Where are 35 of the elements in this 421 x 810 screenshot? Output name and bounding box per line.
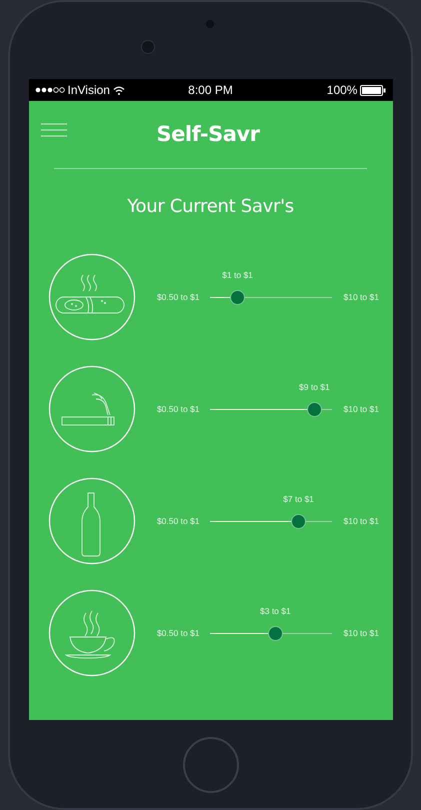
menu-icon[interactable]: [40, 123, 66, 137]
min-label: $0.50 to $1: [156, 292, 200, 302]
min-label: $0.50 to $1: [156, 404, 200, 414]
signal-icon: [34, 86, 64, 94]
home-button[interactable]: [182, 737, 238, 793]
max-label: $10 to $1: [344, 404, 379, 414]
min-label: $0.50 to $1: [156, 628, 200, 638]
cigarette-icon: [48, 365, 136, 453]
status-time: 8:00 PM: [188, 83, 233, 97]
slider[interactable]: [210, 514, 332, 528]
slider-thumb[interactable]: [306, 402, 322, 416]
slider-thumb[interactable]: [291, 514, 306, 528]
battery-percent: 100%: [326, 83, 358, 97]
slider[interactable]: [210, 290, 332, 304]
lens-icon: [142, 41, 154, 53]
value-label: $7 to $1: [283, 494, 314, 504]
burrito-icon: [48, 253, 136, 341]
wifi-icon: [112, 86, 125, 94]
slider[interactable]: [210, 402, 332, 416]
coffee-cup-icon: [48, 589, 136, 677]
value-label: $3 to $1: [260, 606, 291, 616]
max-label: $10 to $1: [344, 516, 379, 526]
battery-icon: [360, 84, 386, 96]
slider-thumb[interactable]: [230, 290, 246, 304]
slider-thumb[interactable]: [268, 626, 283, 640]
slider[interactable]: [210, 626, 332, 640]
max-label: $10 to $1: [344, 628, 379, 638]
section-heading: Your Current Savr's: [126, 195, 295, 219]
max-label: $10 to $1: [344, 292, 379, 302]
min-label: $0.50 to $1: [156, 516, 200, 526]
carrier-name: InVision: [68, 83, 110, 97]
value-label: $1 to $1: [222, 270, 253, 280]
value-label: $9 to $1: [299, 382, 330, 392]
app-title: Self-Savr: [156, 122, 260, 146]
bottle-icon: [48, 477, 136, 565]
